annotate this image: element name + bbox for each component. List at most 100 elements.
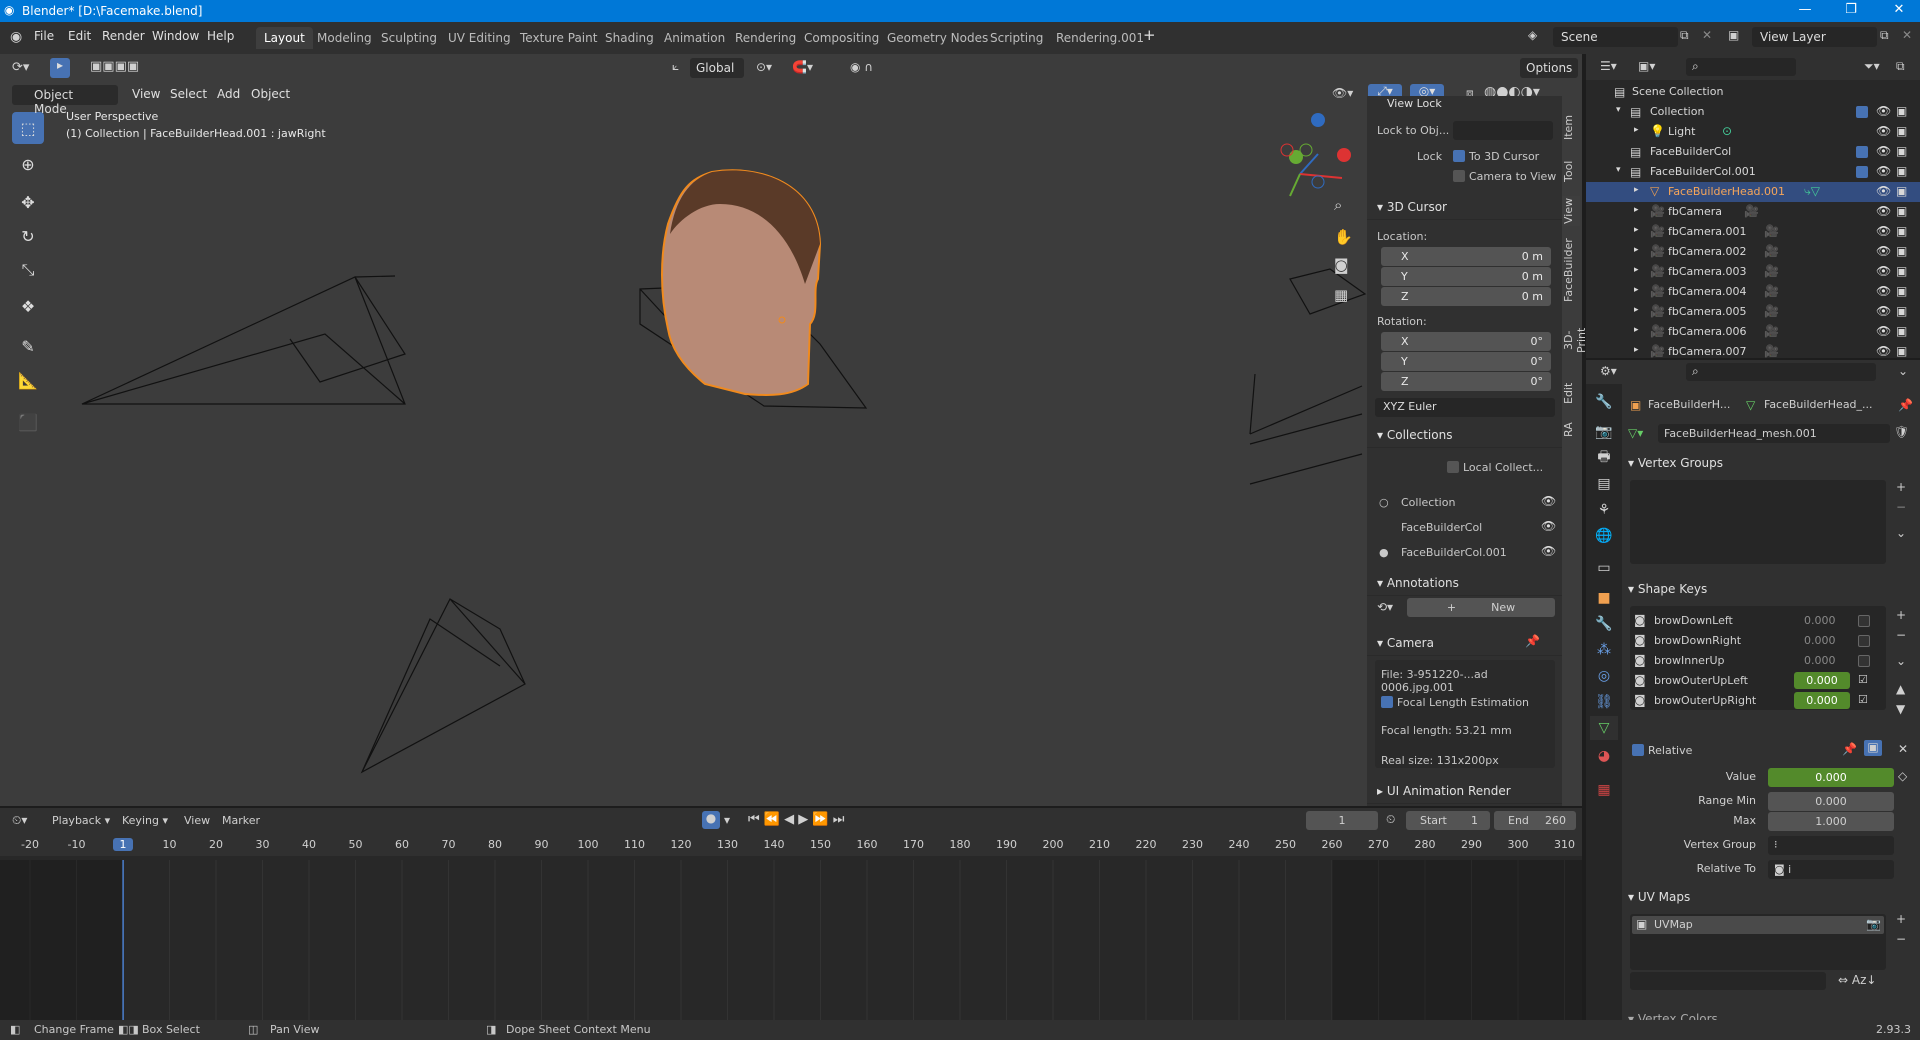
ui-animation-render-header[interactable]: ▸ UI Animation Render bbox=[1367, 778, 1562, 804]
measure-tool-icon[interactable]: 📐 bbox=[12, 364, 44, 396]
range-min-field[interactable]: 0.000 bbox=[1768, 792, 1894, 811]
orientation-dropdown[interactable]: Global bbox=[690, 58, 744, 78]
keyframe-icon[interactable]: ◇ bbox=[1898, 769, 1907, 783]
preview-range-icon[interactable]: ⏲ bbox=[1386, 812, 1395, 827]
pin-icon[interactable]: 📌 bbox=[1898, 398, 1913, 412]
add-shape-key-icon[interactable]: + bbox=[1896, 608, 1906, 622]
collection-item-label[interactable]: Collection bbox=[1401, 496, 1455, 509]
menu-window[interactable]: Window bbox=[152, 29, 199, 43]
scene-field[interactable]: Scene bbox=[1553, 27, 1678, 47]
outliner-row[interactable]: ▸ 🎥 fbCamera.006 🎥 👁 ▣ bbox=[1586, 322, 1920, 342]
properties-search-input[interactable]: ⌕ bbox=[1686, 363, 1876, 381]
tab-geometry-nodes[interactable]: Geometry Nodes bbox=[879, 27, 996, 49]
tab-texture-paint[interactable]: Texture Paint bbox=[512, 27, 605, 49]
tab-animation[interactable]: Animation bbox=[656, 27, 733, 49]
end-frame-field[interactable]: End 260 bbox=[1494, 811, 1576, 830]
outliner-row[interactable]: ▤ FaceBuilderCol 👁 ▣ bbox=[1586, 142, 1920, 162]
add-cube-tool-icon[interactable]: ⬛ bbox=[12, 406, 44, 438]
cursor-tool-icon[interactable]: ⊕ bbox=[12, 148, 44, 180]
current-frame-field[interactable]: 1 bbox=[1306, 811, 1378, 830]
tab-scripting[interactable]: Scripting bbox=[982, 27, 1051, 49]
outliner-row[interactable]: ▾ ▤ Collection 👁 ▣ bbox=[1586, 102, 1920, 122]
collection-item-label[interactable]: FaceBuilderCol bbox=[1401, 521, 1482, 534]
menu-help[interactable]: Help bbox=[207, 29, 234, 43]
move-up-icon[interactable]: ▲ bbox=[1896, 682, 1905, 696]
shape-keys-header[interactable]: ▾ Shape Keys bbox=[1628, 582, 1707, 596]
mesh-data-icon[interactable]: ▽▾ bbox=[1628, 426, 1643, 440]
collapse-icon[interactable]: ⌄ bbox=[1898, 364, 1908, 378]
output-tab-icon[interactable]: 🖶 bbox=[1590, 446, 1618, 470]
tab-modeling[interactable]: Modeling bbox=[309, 27, 380, 49]
annotate-tool-icon[interactable]: ✎ bbox=[12, 330, 44, 362]
add-workspace-icon[interactable]: + bbox=[1143, 26, 1156, 44]
outliner-editor-icon[interactable]: ☰▾ bbox=[1600, 59, 1617, 73]
new-collection-icon[interactable]: ⧉ bbox=[1896, 59, 1905, 74]
keying-options-icon[interactable]: ▾ bbox=[724, 813, 730, 827]
view-layer-copy-icon[interactable]: ⧉ bbox=[1880, 28, 1889, 43]
playback-controls-icons[interactable]: ⏮ ⏪ ◀ ▶ ⏩ ⏭ bbox=[748, 812, 844, 827]
zoom-icon[interactable]: ⌕ bbox=[1334, 196, 1342, 214]
display-mode-icon[interactable]: ▣▾ bbox=[1638, 59, 1655, 73]
timeline-ruler[interactable]: -20 -10 1 10 20 30 40 50 60 70 80 90 100 110 120 130 140… bbox=[0, 834, 1582, 856]
vertex-groups-header[interactable]: ▾ Vertex Groups bbox=[1628, 456, 1723, 470]
pin-shape-icon[interactable]: 📌 bbox=[1842, 742, 1857, 756]
rot-x-field[interactable]: X 0° bbox=[1381, 332, 1551, 351]
tab-layout[interactable]: Layout bbox=[256, 27, 313, 49]
3d-viewport[interactable]: ⌕ ✋ ◙ ▦ User Perspective (1) Collection … bbox=[0, 54, 1582, 806]
view-layer-tab-icon[interactable]: ▤ bbox=[1590, 472, 1618, 496]
menu-file[interactable]: File bbox=[34, 29, 54, 43]
outliner-row[interactable]: ▤ Scene Collection bbox=[1586, 82, 1920, 102]
relative-checkbox[interactable] bbox=[1632, 744, 1644, 756]
view-layer-remove-icon[interactable]: ✕ bbox=[1902, 28, 1912, 42]
tab-item[interactable]: Item bbox=[1562, 112, 1580, 142]
annotation-tool-icon[interactable]: ⟲▾ bbox=[1377, 600, 1393, 614]
editor-type-icon[interactable]: ⟳▾ bbox=[12, 60, 29, 75]
pin-icon[interactable]: 📌 bbox=[1525, 634, 1540, 648]
outliner-row[interactable]: ▸ 🎥 fbCamera.005 🎥 👁 ▣ bbox=[1586, 302, 1920, 322]
options-dropdown[interactable]: Options bbox=[1520, 58, 1578, 78]
visibility-icon[interactable]: 👁▾ bbox=[1332, 86, 1353, 100]
shape-key-row[interactable]: ◙ browOuterUpLeft 0.000 ☑ bbox=[1634, 672, 1874, 690]
tab-ra[interactable]: RA bbox=[1562, 420, 1580, 440]
rot-z-field[interactable]: Z 0° bbox=[1381, 372, 1551, 391]
world-tab-icon[interactable]: 🌐 bbox=[1590, 524, 1618, 548]
scene-tab-icon[interactable]: ⚘ bbox=[1590, 498, 1618, 522]
remove-shape-key-icon[interactable]: − bbox=[1896, 628, 1906, 642]
clear-shape-icon[interactable]: ✕ bbox=[1898, 742, 1908, 756]
specials-icon[interactable]: ⌄ bbox=[1896, 526, 1906, 540]
object-tab-icon[interactable]: ■ bbox=[1590, 586, 1618, 610]
move-down-icon[interactable]: ▼ bbox=[1896, 702, 1905, 716]
to-3d-cursor-checkbox[interactable] bbox=[1453, 150, 1465, 162]
shape-key-row[interactable]: ◙ browInnerUp 0.000 bbox=[1634, 652, 1874, 670]
value-slider[interactable]: 0.000 bbox=[1768, 768, 1894, 787]
outliner-search-input[interactable]: ⌕ bbox=[1686, 58, 1796, 76]
relative-to-field[interactable]: ◙ i bbox=[1768, 860, 1894, 879]
edit-mode-shape-icon[interactable]: ▣ bbox=[1864, 740, 1882, 756]
viewport-menu-add[interactable]: Add bbox=[217, 87, 240, 101]
tab-facebuilder[interactable]: FaceBuilder bbox=[1562, 238, 1580, 302]
tool-tab-icon[interactable]: 🔧 bbox=[1590, 390, 1618, 414]
uv-maps-header[interactable]: ▾ UV Maps bbox=[1628, 890, 1690, 904]
new-annotation-button[interactable]: + New bbox=[1407, 598, 1555, 617]
snap-icon[interactable]: 🧲▾ bbox=[792, 60, 813, 74]
focal-estimation-checkbox[interactable] bbox=[1381, 696, 1393, 708]
filter-icon[interactable]: ⏷▾ bbox=[1864, 59, 1880, 74]
shape-key-specials-icon[interactable]: ⌄ bbox=[1896, 654, 1906, 668]
viewport-menu-object[interactable]: Object bbox=[251, 87, 290, 101]
outliner-row[interactable]: ▸ 🎥 fbCamera.001 🎥 👁 ▣ bbox=[1586, 222, 1920, 242]
tab-shading[interactable]: Shading bbox=[597, 27, 662, 49]
shape-key-row[interactable]: ◙ browDownLeft 0.000 bbox=[1634, 612, 1874, 630]
particles-tab-icon[interactable]: ⁂ bbox=[1590, 638, 1618, 662]
outliner-row[interactable]: ▸ 🎥 fbCamera.002 🎥 👁 ▣ bbox=[1586, 242, 1920, 262]
rot-y-field[interactable]: Y 0° bbox=[1381, 352, 1551, 371]
view-layer-field[interactable]: View Layer bbox=[1752, 27, 1877, 47]
outliner-row[interactable]: ▸ 🎥 fbCamera.007 🎥 👁 ▣ bbox=[1586, 342, 1920, 358]
shape-key-row[interactable]: ◙ browDownRight 0.000 bbox=[1634, 632, 1874, 650]
loc-z-field[interactable]: Z0 m bbox=[1381, 287, 1551, 306]
texture-tab-icon[interactable]: ▦ bbox=[1590, 778, 1618, 802]
properties-editor-icon[interactable]: ⚙▾ bbox=[1600, 364, 1617, 378]
vertex-groups-list[interactable] bbox=[1630, 480, 1886, 564]
timeline-menu-view[interactable]: View bbox=[184, 814, 210, 827]
collection-tab-icon[interactable]: ▭ bbox=[1590, 556, 1618, 580]
camera-view-icon[interactable]: ◙ bbox=[1334, 256, 1349, 274]
